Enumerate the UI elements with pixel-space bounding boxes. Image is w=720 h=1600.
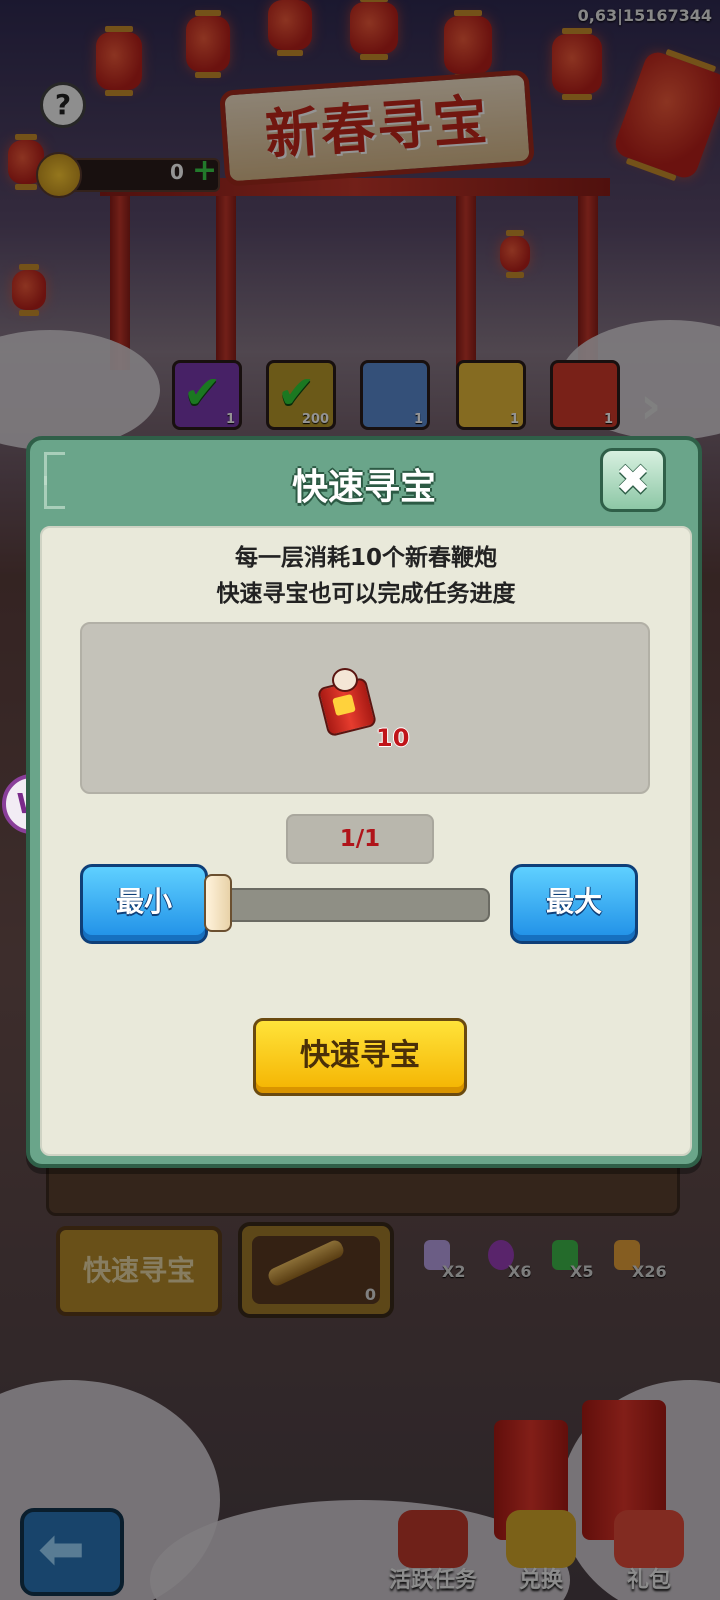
cost-item-box: 10 [80, 622, 650, 794]
min-button[interactable]: 最小 [80, 864, 208, 944]
firecracker-icon [316, 668, 378, 738]
cost-description: 每一层消耗10个新春鞭炮 [234, 545, 497, 571]
max-button[interactable]: 最大 [510, 864, 638, 944]
dialog-panel: 每一层消耗10个新春鞭炮 快速寻宝也可以完成任务进度 10 1/1 最小 最大 … [40, 526, 692, 1156]
progress-description: 快速寻宝也可以完成任务进度 [216, 581, 516, 607]
floor-counter: 1/1 [286, 814, 434, 864]
cost-quantity: 10 [376, 724, 410, 752]
firecracker-fuse [332, 668, 358, 692]
quick-treasure-confirm-button[interactable]: 快速寻宝 [253, 1018, 467, 1096]
close-icon: ✖ [615, 455, 651, 504]
quick-treasure-dialog: 快速寻宝 ✖ 每一层消耗10个新春鞭炮 快速寻宝也可以完成任务进度 10 1/1… [26, 436, 702, 1168]
dialog-title: 快速寻宝 [291, 467, 436, 508]
quantity-slider-handle[interactable] [204, 874, 232, 932]
close-button[interactable]: ✖ [600, 448, 666, 512]
quantity-slider-track[interactable] [216, 888, 490, 922]
